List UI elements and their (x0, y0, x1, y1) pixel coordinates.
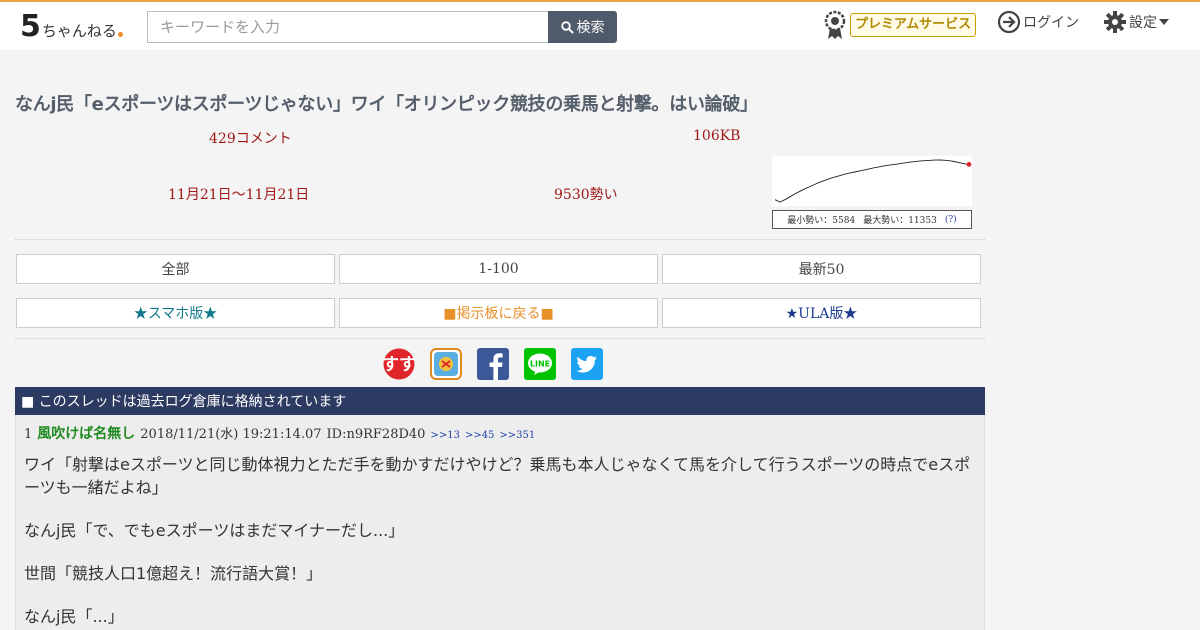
back-to-board-button[interactable]: ■掲示板に戻る■ (339, 298, 658, 328)
momentum-current-point (966, 161, 972, 167)
post-paragraph: 世間「競技人口1億超え！流行語大賞！」 (24, 564, 323, 583)
post-paragraph: なんj民「...」 (24, 607, 124, 626)
premium-service-link[interactable]: プレミアムサービス (824, 10, 977, 40)
premium-badge: プレミアムサービス (850, 13, 977, 37)
logo-text: ちゃんねる (41, 22, 117, 40)
site-header: 5 ちゃんねる 検索 プレミアムサービス ログイン (0, 2, 1200, 50)
search-button[interactable]: 検索 (548, 11, 617, 43)
ula-version-button[interactable]: ★ULA版★ (662, 298, 981, 328)
thread-size: 106KB (693, 128, 741, 144)
logo-dot-icon (117, 32, 123, 37)
nav-range-button[interactable]: 1-100 (339, 254, 658, 284)
post-number[interactable]: 1 (24, 427, 32, 442)
chart-caption: 最小勢い：5584 最大勢い：11353 (?) (772, 210, 972, 229)
post-1: 1 風吹けば名無し 2018/11/21(水) 19:21:14.07 ID:n… (15, 415, 985, 630)
comment-count: 429コメント (209, 131, 292, 147)
divider (15, 239, 985, 240)
divider (15, 338, 985, 339)
chart-help-link[interactable]: (?) (945, 215, 957, 225)
share-buttons: すす LINE (383, 348, 603, 380)
svg-text:LINE: LINE (530, 360, 550, 369)
archive-notice: ■ このスレッドは過去ログ倉庫に格納されています (15, 387, 985, 415)
settings-menu[interactable]: 設定 (1103, 10, 1169, 34)
login-icon (997, 10, 1021, 34)
twitter-share-icon[interactable] (571, 348, 603, 380)
momentum-chart: 最小勢い：5584 最大勢い：11353 (?) (772, 156, 972, 229)
smartphone-version-button[interactable]: ★スマホ版★ (16, 298, 335, 328)
caret-down-icon (1159, 19, 1169, 25)
post-id[interactable]: ID:n9RF28D40 (327, 427, 426, 442)
settings-label: 設定 (1129, 15, 1157, 31)
post-author: 風吹けば名無し (37, 426, 136, 442)
post-header: 1 風吹けば名無し 2018/11/21(水) 19:21:14.07 ID:n… (24, 423, 976, 443)
search-button-label: 検索 (576, 20, 605, 36)
facebook-share-icon[interactable] (477, 348, 509, 380)
momentum-chart-plot (772, 156, 972, 206)
login-label: ログイン (1023, 15, 1079, 31)
line-share-icon[interactable]: LINE (524, 348, 556, 380)
matome-share-icon[interactable] (430, 348, 462, 380)
date-range: 11月21日〜11月21日 (168, 187, 310, 203)
svg-text:すす: すす (383, 355, 415, 375)
site-logo[interactable]: 5 ちゃんねる (20, 10, 123, 42)
sumasu-share-icon[interactable]: すす (383, 348, 415, 380)
post-body: ワイ「射撃はeスポーツと同じ動体視力とただ手を動かすだけやけど？乗馬も本人じゃな… (24, 453, 976, 628)
reply-link[interactable]: >>13 (430, 430, 459, 441)
momentum: 9530勢い (554, 187, 618, 203)
medal-icon (824, 10, 846, 39)
chart-min-label: 最小勢い：5584 (787, 216, 856, 226)
reply-link[interactable]: >>351 (499, 430, 535, 441)
post-paragraph: なんj民「で、でもeスポーツはまだマイナーだし...」 (24, 521, 405, 540)
logo-numeral: 5 (20, 9, 41, 44)
gear-icon (1104, 11, 1126, 33)
chart-max-label: 最大勢い：11353 (863, 216, 937, 226)
login-link[interactable]: ログイン (997, 10, 1079, 34)
reply-link[interactable]: >>45 (465, 430, 494, 441)
nav-latest-button[interactable]: 最新50 (662, 254, 981, 284)
search-input[interactable] (147, 11, 549, 43)
thread-title: なんj民「eスポーツはスポーツじゃない」ワイ「オリンピック競技の乗馬と射撃。はい… (15, 94, 758, 115)
post-paragraph: ワイ「射撃はeスポーツと同じ動体視力とただ手を動かすだけやけど？乗馬も本人じゃな… (24, 455, 971, 497)
search-icon (560, 20, 574, 34)
nav-all-button[interactable]: 全部 (16, 254, 335, 284)
post-datetime: 2018/11/21(水) 19:21:14.07 (140, 427, 322, 442)
